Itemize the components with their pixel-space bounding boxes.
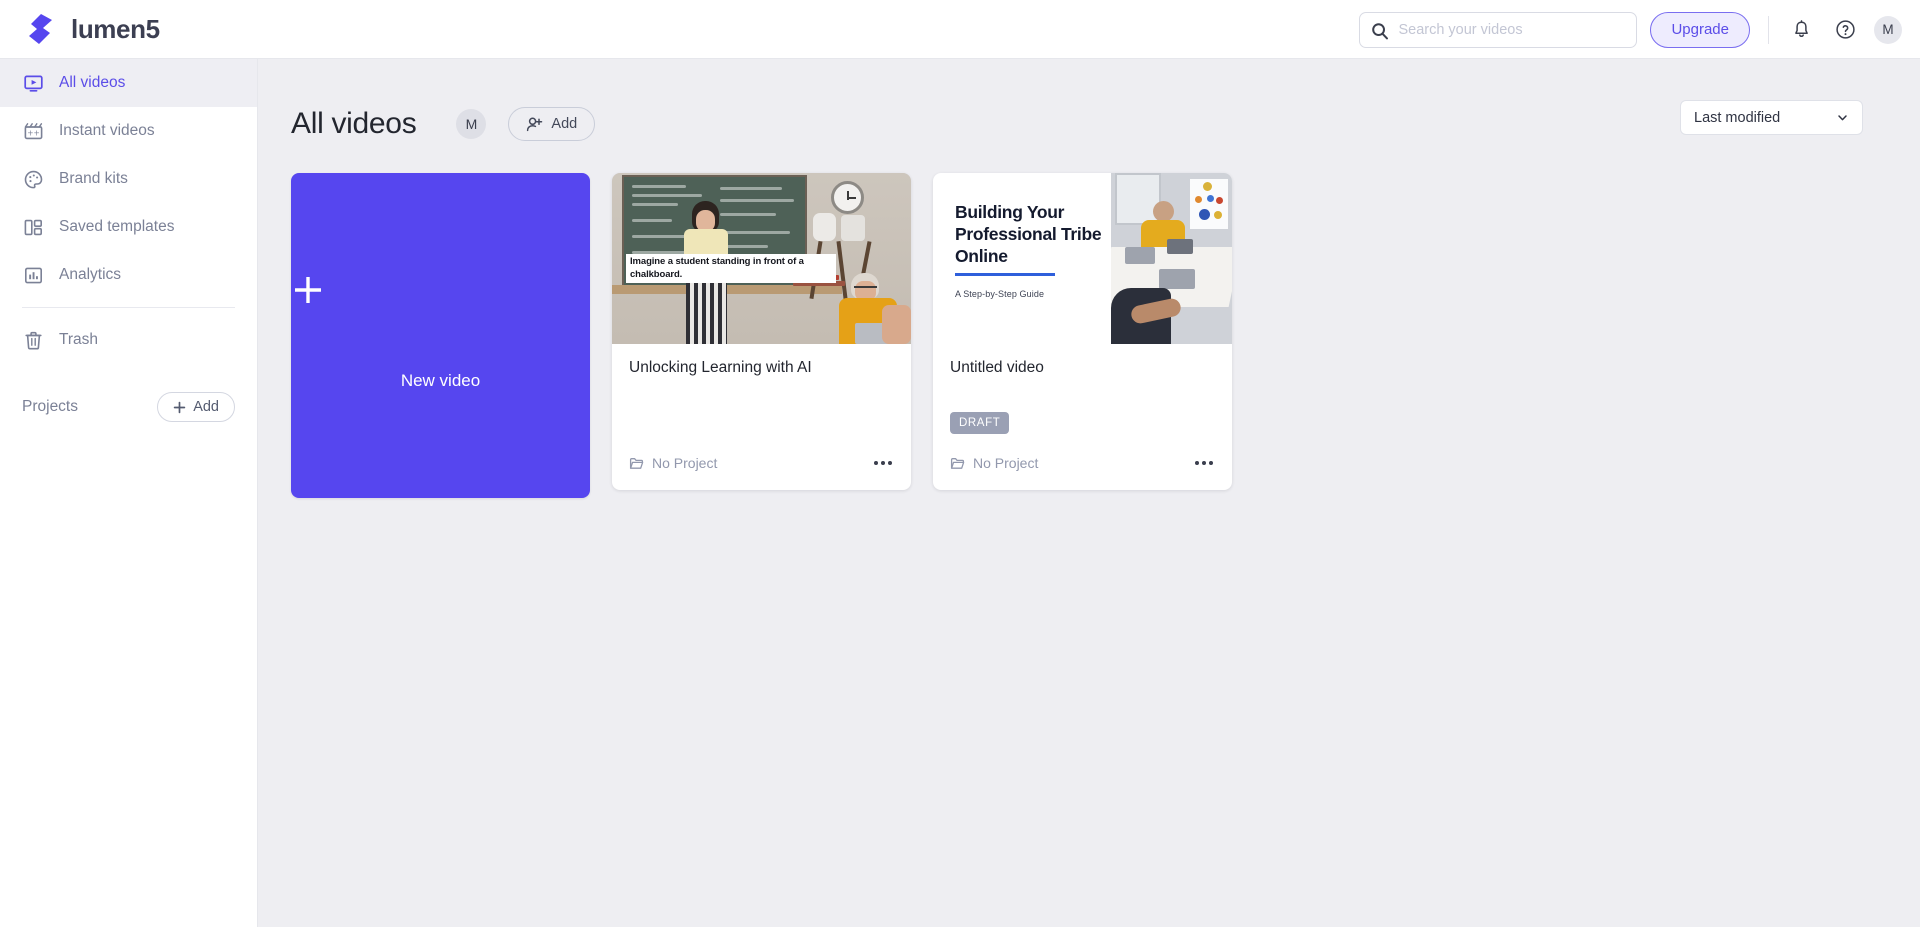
- status-badge: DRAFT: [950, 412, 1010, 434]
- new-video-card[interactable]: New video: [291, 173, 590, 498]
- video-card-body: Unlocking Learning with AI: [612, 344, 911, 446]
- thumbnail-title: Building Your Professional Tribe Online: [955, 202, 1102, 266]
- video-project[interactable]: No Project: [629, 455, 717, 471]
- sidebar-item-label: Saved templates: [59, 218, 175, 235]
- video-grid: New video Imagine a student standing in …: [258, 141, 1920, 498]
- video-card-footer: No Project: [612, 446, 911, 490]
- sidebar-item-saved-templates[interactable]: Saved templates: [0, 203, 257, 251]
- plus-icon: [291, 273, 590, 307]
- video-thumbnail: Imagine a student standing in front of a…: [612, 173, 911, 344]
- video-card[interactable]: Building Your Professional Tribe Online …: [933, 173, 1232, 490]
- sort-value: Last modified: [1694, 109, 1781, 126]
- folder-icon: [629, 456, 644, 471]
- sidebar-item-label: Instant videos: [59, 122, 155, 139]
- sidebar-item-brand-kits[interactable]: Brand kits: [0, 155, 257, 203]
- video-project[interactable]: No Project: [950, 455, 1038, 471]
- sort-dropdown[interactable]: Last modified: [1680, 100, 1863, 135]
- video-title: Unlocking Learning with AI: [629, 359, 812, 376]
- thumbnail-caption: Imagine a student standing in front of a…: [626, 254, 836, 283]
- sidebar-item-label: Analytics: [59, 266, 122, 283]
- sidebar-item-instant-videos[interactable]: ++ Instant videos: [0, 107, 257, 155]
- video-card[interactable]: Imagine a student standing in front of a…: [612, 173, 911, 490]
- projects-label: Projects: [22, 398, 78, 415]
- template-grid-icon: [22, 216, 44, 238]
- brand-logo[interactable]: lumen5: [24, 12, 160, 46]
- new-video-label: New video: [400, 371, 481, 390]
- video-menu-button[interactable]: [1193, 455, 1215, 471]
- sidebar-item-label: All videos: [59, 74, 126, 91]
- search-icon: [1371, 22, 1389, 40]
- search-box[interactable]: [1359, 11, 1638, 48]
- add-member-label: Add: [551, 116, 578, 132]
- projects-section-header: Projects Add: [0, 392, 257, 422]
- folder-icon: [950, 456, 965, 471]
- video-title: Untitled video: [950, 359, 1044, 376]
- add-project-button[interactable]: Add: [157, 392, 235, 422]
- video-project-label: No Project: [652, 455, 718, 471]
- sidebar-item-trash[interactable]: Trash: [0, 316, 257, 364]
- header-divider: [1768, 15, 1769, 44]
- video-card-body: Untitled video DRAFT: [933, 344, 1232, 446]
- add-member-button[interactable]: Add: [508, 107, 596, 141]
- page-title: All videos: [291, 107, 417, 140]
- app-header: lumen5 Upgrade: [0, 0, 1920, 59]
- plus-icon: [173, 401, 186, 414]
- add-project-label: Add: [193, 399, 219, 415]
- sidebar: All videos ++ Instant videos Brand kits: [0, 59, 258, 927]
- sidebar-item-all-videos[interactable]: All videos: [0, 59, 257, 107]
- thumbnail-subtitle: A Step-by-Step Guide: [955, 289, 1045, 299]
- bell-icon: [1791, 19, 1812, 40]
- bar-chart-icon: [22, 264, 44, 286]
- person-plus-icon: [526, 116, 543, 133]
- sidebar-item-label: Brand kits: [59, 170, 128, 187]
- user-avatar[interactable]: M: [1874, 15, 1902, 44]
- search-input[interactable]: [1360, 12, 1637, 47]
- palette-icon: [22, 168, 44, 190]
- upgrade-button[interactable]: Upgrade: [1650, 11, 1750, 48]
- chevron-down-icon: [1836, 111, 1849, 124]
- video-menu-button[interactable]: [872, 455, 894, 471]
- workspace-avatar[interactable]: M: [456, 109, 487, 139]
- sidebar-item-analytics[interactable]: Analytics: [0, 251, 257, 299]
- svg-text:++: ++: [27, 128, 40, 137]
- brand-name: lumen5: [71, 13, 160, 44]
- video-thumbnail: Building Your Professional Tribe Online …: [933, 173, 1232, 344]
- help-circle-icon: [1835, 19, 1856, 40]
- trash-icon: [22, 329, 44, 351]
- main-header: All videos M Add Last modified: [258, 59, 1920, 141]
- sidebar-divider: [22, 307, 235, 308]
- video-project-label: No Project: [973, 455, 1039, 471]
- video-monitor-icon: [22, 72, 44, 94]
- help-button[interactable]: [1830, 15, 1860, 45]
- video-card-footer: No Project: [933, 446, 1232, 490]
- sidebar-item-label: Trash: [59, 331, 99, 348]
- lumen5-logo-icon: [24, 12, 58, 46]
- main-content: All videos M Add Last modified New video…: [258, 59, 1920, 927]
- header-actions: Upgrade M: [1359, 0, 1902, 59]
- clapperboard-icon: ++: [22, 120, 44, 142]
- notifications-button[interactable]: [1786, 15, 1816, 45]
